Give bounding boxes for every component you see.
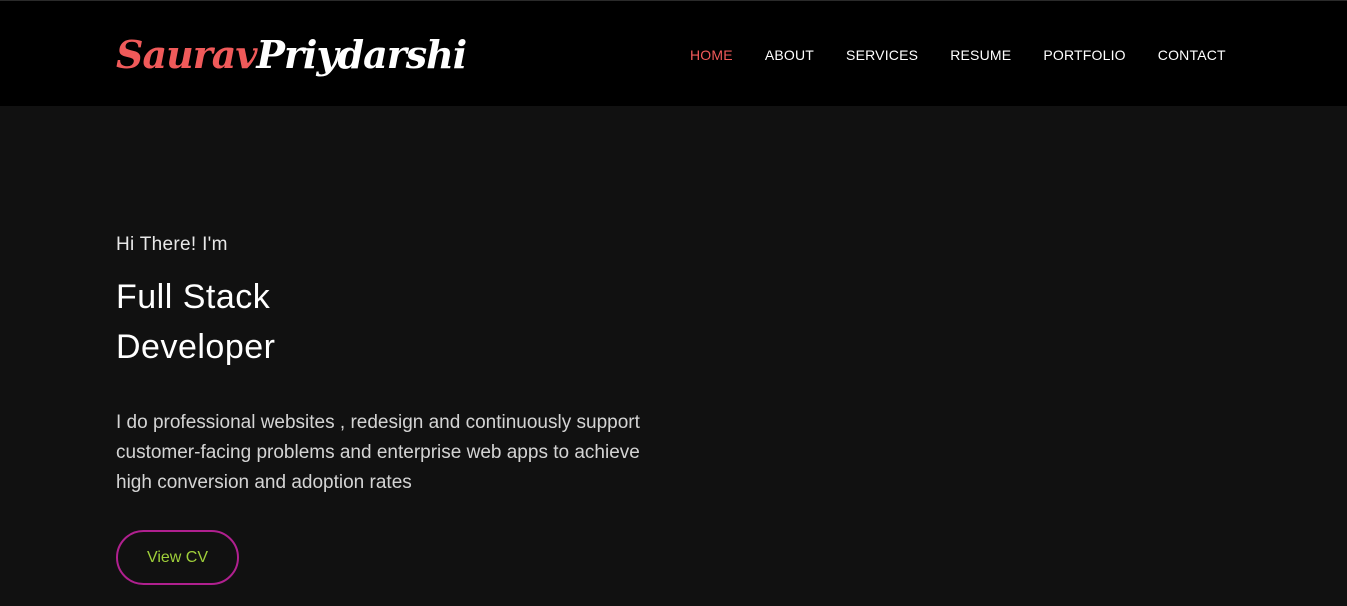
navbar: SauravPriydarshi HOME ABOUT SERVICES RES… <box>0 0 1347 106</box>
nav-item-resume[interactable]: RESUME <box>950 45 1011 65</box>
main-nav: HOME ABOUT SERVICES RESUME PORTFOLIO CON… <box>690 45 1226 65</box>
nav-item-contact[interactable]: CONTACT <box>1158 45 1226 65</box>
hero-role-title: Full Stack Developer <box>116 272 676 372</box>
hero-role-line-2: Developer <box>116 328 276 366</box>
nav-item-home[interactable]: HOME <box>690 45 733 65</box>
brand-last-name: Priydarshi <box>256 32 467 77</box>
nav-item-services[interactable]: SERVICES <box>846 45 918 65</box>
brand-first-name: Saurav <box>116 32 257 77</box>
hero-role-line-1: Full Stack <box>116 278 271 316</box>
hero-description: I do professional websites , redesign an… <box>116 412 640 493</box>
hero-greeting: Hi There! I'm <box>116 234 228 255</box>
nav-item-about[interactable]: ABOUT <box>765 45 814 65</box>
brand-logo[interactable]: SauravPriydarshi <box>116 31 467 79</box>
nav-item-portfolio[interactable]: PORTFOLIO <box>1043 45 1125 65</box>
hero-section: Hi There! I'm Full Stack Developer I do … <box>116 232 676 585</box>
view-cv-button[interactable]: View CV <box>116 530 239 585</box>
